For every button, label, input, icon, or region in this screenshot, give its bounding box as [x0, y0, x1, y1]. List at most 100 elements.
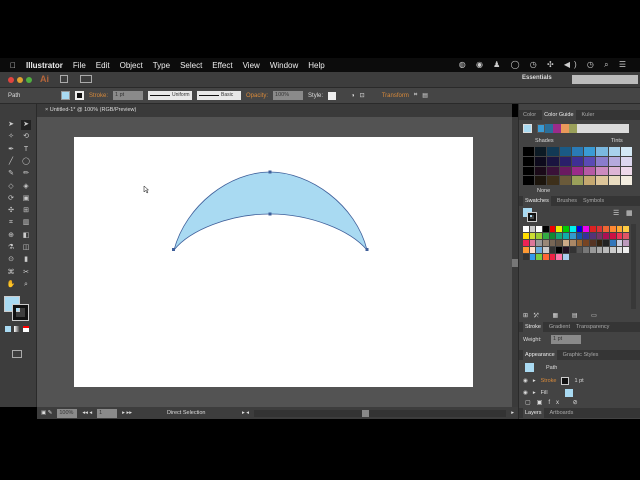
color-guide-swatch[interactable]	[584, 147, 596, 156]
appearance-actions-icons[interactable]: ▢▣fx ⊘	[525, 399, 584, 406]
swatch[interactable]	[603, 226, 609, 232]
artboard-number[interactable]: 1	[97, 408, 118, 418]
swatch[interactable]	[596, 233, 603, 239]
swatch[interactable]	[523, 240, 529, 246]
zoom-level[interactable]: 100%	[57, 408, 78, 418]
hscroll-right[interactable]: ▸	[511, 410, 514, 416]
visibility-eye-icon[interactable]: ◉	[523, 378, 528, 384]
swatch[interactable]	[556, 226, 563, 232]
artboard-nav-icon[interactable]: ▣ ✎	[41, 410, 52, 416]
swatch[interactable]	[603, 247, 609, 253]
swatch[interactable]	[556, 247, 563, 253]
swatch[interactable]	[543, 240, 549, 246]
tab-gradient[interactable]: Gradient	[549, 322, 570, 332]
color-guide-swatch[interactable]	[608, 176, 620, 185]
color-guide-swatch[interactable]	[547, 166, 559, 176]
swatch[interactable]	[563, 240, 569, 246]
fill-color-swatch[interactable]	[564, 388, 573, 397]
swatch[interactable]	[596, 226, 603, 232]
color-guide-swatch[interactable]	[596, 156, 608, 166]
swatch[interactable]	[536, 226, 543, 232]
swatch-stroke-indicator[interactable]	[527, 212, 537, 222]
swatch[interactable]	[536, 254, 543, 260]
swatch[interactable]	[543, 247, 549, 253]
swatch[interactable]	[576, 226, 583, 232]
color-guide-grid[interactable]	[523, 147, 632, 185]
color-guide-swatch[interactable]	[523, 156, 535, 166]
color-guide-swatch[interactable]	[584, 166, 596, 176]
swatch[interactable]	[556, 233, 563, 239]
tab-swatches[interactable]: Swatches	[523, 196, 551, 206]
tab-symbols[interactable]: Symbols	[583, 196, 604, 206]
color-guide-swatch[interactable]	[535, 166, 547, 176]
color-guide-swatch[interactable]	[571, 166, 584, 176]
swatch[interactable]	[536, 247, 543, 253]
color-guide-swatch[interactable]	[596, 147, 608, 156]
swatch[interactable]	[616, 240, 623, 246]
next-artboard-button[interactable]: ▸ ▸▸	[122, 410, 132, 416]
swatch[interactable]	[563, 247, 569, 253]
swatch[interactable]	[603, 240, 609, 246]
swatch[interactable]	[609, 233, 616, 239]
swatch[interactable]	[583, 233, 589, 239]
color-guide-swatch[interactable]	[559, 147, 571, 156]
swatch[interactable]	[603, 233, 609, 239]
tab-transparency[interactable]: Transparency	[576, 322, 609, 332]
swatch[interactable]	[623, 247, 629, 253]
swatch[interactable]	[576, 247, 583, 253]
tab-appearance[interactable]: Appearance	[523, 350, 557, 360]
tab-graphic-styles[interactable]: Graphic Styles	[563, 350, 599, 360]
swatch[interactable]	[523, 247, 529, 253]
swatch[interactable]	[529, 254, 536, 260]
swatch[interactable]	[569, 233, 576, 239]
current-tool-status[interactable]: Direct Selection	[167, 410, 237, 416]
appearance-fill-row[interactable]: ◉ ▸ Fill	[523, 387, 629, 398]
color-guide-swatch[interactable]	[596, 166, 608, 176]
swatch[interactable]	[543, 233, 549, 239]
color-guide-swatch[interactable]	[559, 176, 571, 185]
swatch[interactable]	[569, 247, 576, 253]
swatch[interactable]	[569, 240, 576, 246]
swatch[interactable]	[623, 226, 629, 232]
swatch[interactable]	[623, 240, 629, 246]
swatch[interactable]	[583, 247, 589, 253]
swatch[interactable]	[576, 240, 583, 246]
selected-crescent-path[interactable]	[173, 171, 368, 251]
color-guide-swatch[interactable]	[523, 147, 535, 156]
swatch[interactable]	[556, 254, 563, 260]
color-guide-swatch[interactable]	[559, 166, 571, 176]
color-guide-swatch[interactable]	[547, 156, 559, 166]
swatch[interactable]	[523, 254, 529, 260]
swatch[interactable]	[536, 233, 543, 239]
tab-layers[interactable]: Layers	[523, 408, 544, 418]
color-guide-swatch[interactable]	[584, 156, 596, 166]
swatch[interactable]	[589, 233, 596, 239]
swatch[interactable]	[563, 233, 569, 239]
swatch[interactable]	[616, 233, 623, 239]
swatches-scrollbar[interactable]	[631, 224, 636, 309]
swatch[interactable]	[589, 226, 596, 232]
swatch[interactable]	[549, 247, 556, 253]
fill-attribute-label[interactable]: Fill	[541, 390, 548, 396]
swatch[interactable]	[589, 240, 596, 246]
color-guide-swatch[interactable]	[535, 156, 547, 166]
swatch[interactable]	[583, 226, 589, 232]
swatch[interactable]	[543, 254, 549, 260]
tab-stroke[interactable]: Stroke	[523, 322, 543, 332]
swatch[interactable]	[616, 226, 623, 232]
swatch[interactable]	[583, 240, 589, 246]
swatch[interactable]	[609, 247, 616, 253]
swatch[interactable]	[609, 226, 616, 232]
swatch[interactable]	[549, 226, 556, 232]
color-guide-swatch[interactable]	[608, 156, 620, 166]
swatch[interactable]	[609, 240, 616, 246]
color-guide-swatch[interactable]	[620, 156, 632, 166]
swatch[interactable]	[616, 247, 623, 253]
swatch[interactable]	[563, 226, 569, 232]
tab-color-guide[interactable]: Color Guide	[542, 110, 576, 120]
swatch[interactable]	[596, 240, 603, 246]
color-guide-swatch[interactable]	[523, 176, 535, 185]
tab-artboards[interactable]: Artboards	[550, 408, 574, 418]
swatch-actions-icons[interactable]: ⊞⤱ ▦ ▤ ▭	[523, 312, 603, 320]
color-guide-swatch[interactable]	[608, 166, 620, 176]
